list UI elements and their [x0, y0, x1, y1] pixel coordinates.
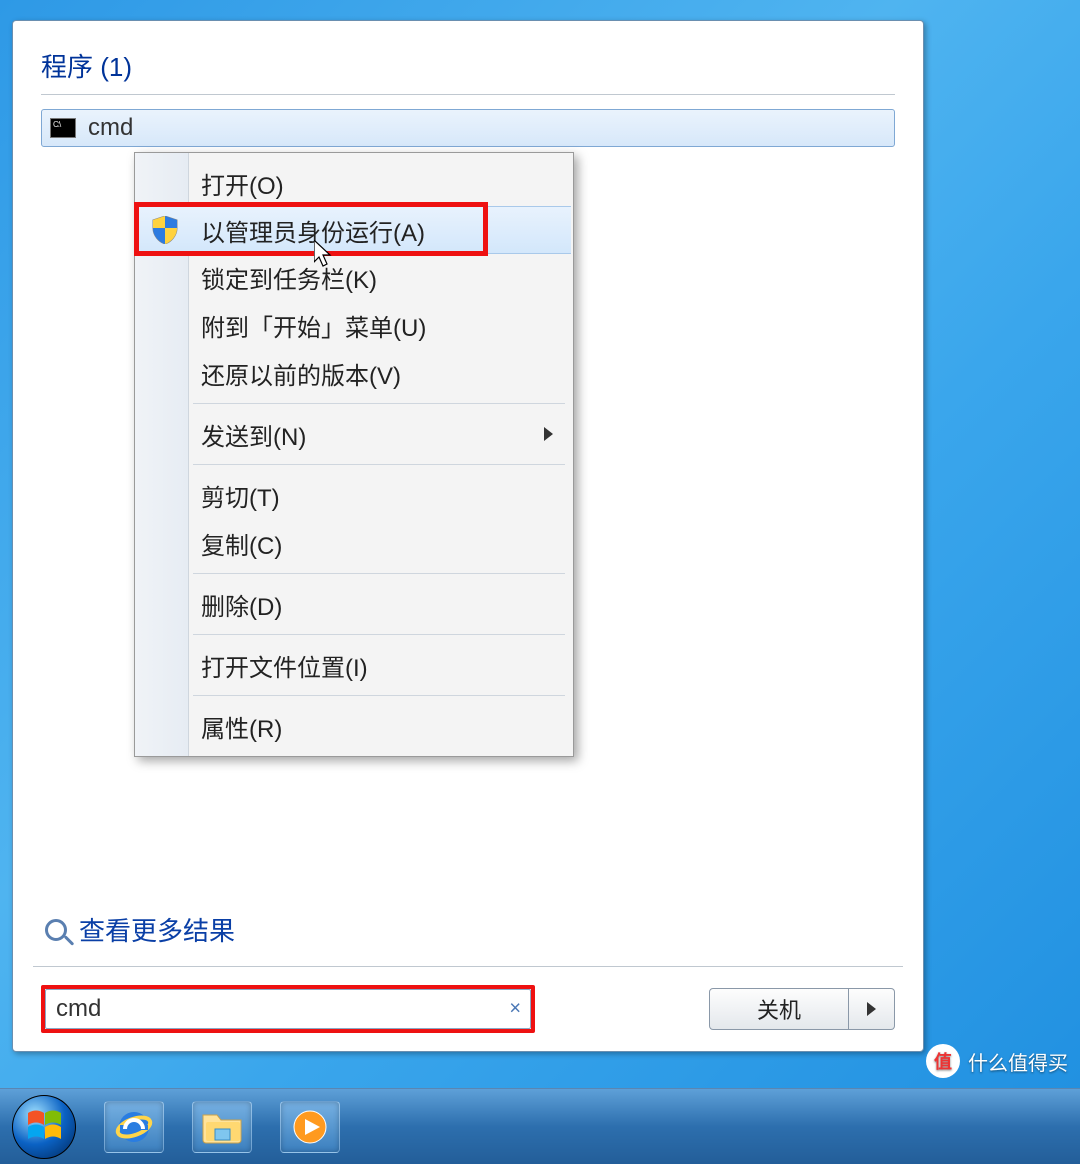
taskbar-icon-media-player[interactable] [280, 1101, 340, 1153]
context-menu-item-label: 打开(O) [201, 166, 284, 201]
context-menu-item[interactable]: 复制(C) [137, 519, 571, 567]
context-menu-separator [193, 695, 565, 696]
start-button[interactable] [12, 1095, 76, 1159]
context-menu-item[interactable]: 还原以前的版本(V) [137, 349, 571, 397]
watermark: 值 什么值得买 [926, 1044, 1068, 1078]
shutdown-button-group: 关机 [709, 988, 895, 1030]
internet-explorer-icon [114, 1107, 154, 1147]
section-divider [41, 94, 895, 95]
search-box-highlighted: × [41, 985, 535, 1033]
context-menu-separator [193, 464, 565, 465]
context-menu-item[interactable]: 以管理员身份运行(A) [137, 206, 571, 254]
context-menu: 打开(O) 以管理员身份运行(A) 锁定到任务栏(K) 附到「开始」菜单(U) 还原以前… [134, 152, 574, 757]
context-menu-item[interactable]: 剪切(T) [137, 471, 571, 519]
taskbar-icon-file-explorer[interactable] [192, 1101, 252, 1153]
bottom-row: × 关机 [41, 985, 895, 1033]
context-menu-item[interactable]: 属性(R) [137, 702, 571, 750]
context-menu-item[interactable]: 删除(D) [137, 580, 571, 628]
clear-search-icon[interactable]: × [509, 998, 521, 1021]
context-menu-item-label: 锁定到任务栏(K) [201, 260, 377, 295]
context-menu-item[interactable]: 锁定到任务栏(K) [137, 253, 571, 301]
context-menu-item-label: 附到「开始」菜单(U) [201, 308, 426, 343]
see-more-results-link[interactable]: 查看更多结果 [45, 911, 895, 948]
context-menu-separator [193, 634, 565, 635]
taskbar [0, 1088, 1080, 1164]
uac-shield-icon [151, 216, 179, 244]
context-menu-separator [193, 403, 565, 404]
see-more-results-label: 查看更多结果 [79, 911, 235, 948]
desktop: 程序 (1) cmd 查看更多结果 × 关机 打开 [0, 0, 1080, 1164]
context-menu-item-label: 以管理员身份运行(A) [201, 213, 425, 248]
context-menu-separator [193, 573, 565, 574]
search-icon [45, 919, 67, 941]
context-menu-item-label: 剪切(T) [201, 478, 280, 513]
watermark-text: 什么值得买 [968, 1047, 1068, 1076]
programs-section-header: 程序 (1) [41, 41, 895, 92]
folder-icon [201, 1109, 243, 1145]
search-result-cmd[interactable]: cmd [41, 109, 895, 147]
taskbar-icon-internet-explorer[interactable] [104, 1101, 164, 1153]
media-player-icon [290, 1107, 330, 1147]
context-menu-item[interactable]: 附到「开始」菜单(U) [137, 301, 571, 349]
submenu-arrow-icon [544, 427, 553, 441]
context-menu-item[interactable]: 发送到(N) [137, 410, 571, 458]
context-menu-item-label: 还原以前的版本(V) [201, 356, 401, 391]
context-menu-item-label: 属性(R) [201, 709, 282, 744]
chevron-right-icon [867, 1002, 876, 1016]
shutdown-button[interactable]: 关机 [709, 988, 849, 1030]
context-menu-item-label: 打开文件位置(I) [201, 648, 368, 683]
context-menu-item[interactable]: 打开文件位置(I) [137, 641, 571, 689]
start-menu-search-input[interactable] [45, 989, 531, 1029]
context-menu-item[interactable]: 打开(O) [137, 159, 571, 207]
context-menu-item-label: 删除(D) [201, 587, 282, 622]
panel-divider [33, 966, 903, 967]
watermark-badge: 值 [926, 1044, 960, 1078]
cmd-icon [50, 118, 76, 138]
shutdown-options-arrow[interactable] [849, 988, 895, 1030]
context-menu-item-label: 复制(C) [201, 526, 282, 561]
search-result-label: cmd [88, 114, 133, 142]
context-menu-item-label: 发送到(N) [201, 417, 306, 452]
